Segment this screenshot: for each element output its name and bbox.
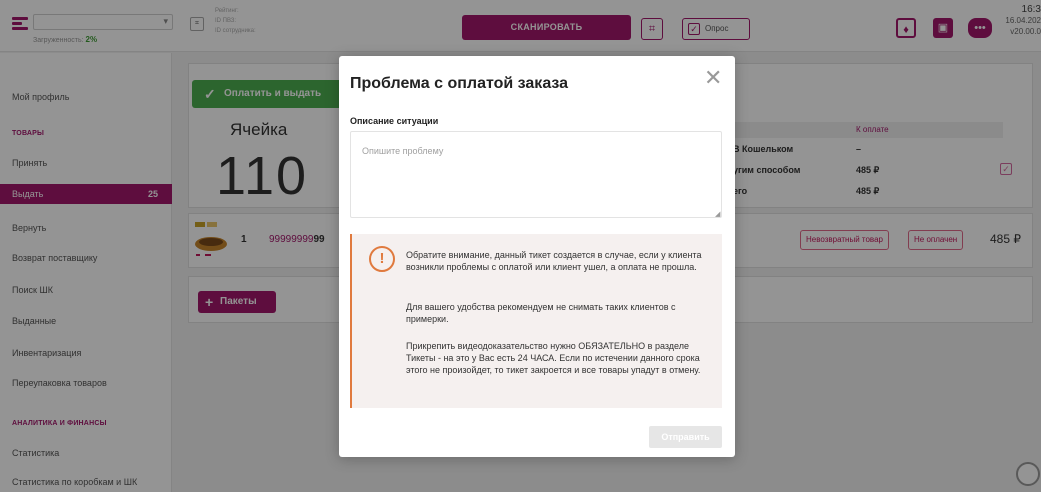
notice-paragraph: Для вашего удобства рекомендуем не снима…: [406, 302, 676, 324]
notice-paragraph: Прикрепить видеодоказательство нужно ОБЯ…: [406, 341, 701, 375]
warning-icon: !: [369, 246, 395, 272]
modal-title: Проблема с оплатой заказа: [350, 75, 569, 92]
payment-problem-modal: Проблема с оплатой заказа ✕ Описание сит…: [339, 56, 735, 457]
submit-button[interactable]: Отправить: [649, 426, 722, 448]
description-label: Описание ситуации: [350, 116, 439, 126]
problem-description-field[interactable]: [350, 131, 722, 218]
close-icon[interactable]: ✕: [704, 67, 722, 89]
warning-notice: ! Обратите внимание, данный тикет создае…: [350, 234, 722, 408]
notice-paragraph: Обратите внимание, данный тикет создаетс…: [406, 250, 702, 272]
resize-handle-icon[interactable]: ◢: [715, 210, 720, 218]
